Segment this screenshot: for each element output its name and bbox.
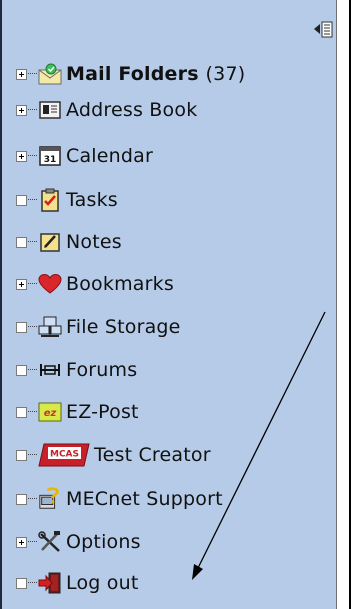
nav-item-label: MECnet Support xyxy=(66,488,223,510)
nav-item-label: Bookmarks xyxy=(66,273,174,295)
nav-item-label: Forums xyxy=(66,359,138,381)
nav-item-label: Notes xyxy=(66,231,122,253)
nav-item-label: Mail Folders (37) xyxy=(66,63,246,85)
nav-item-file-storage[interactable]: File Storage xyxy=(16,313,181,341)
empty-toggle xyxy=(16,406,27,418)
nav-item-mail-folders[interactable]: Mail Folders (37) xyxy=(16,60,245,88)
address-book-icon xyxy=(38,98,62,122)
nav-item-address-book[interactable]: Address Book xyxy=(16,96,197,124)
mcas-icon-text: MCAS xyxy=(50,450,79,460)
nav-item-calendar[interactable]: 31 Calendar xyxy=(16,142,153,170)
empty-toggle xyxy=(16,577,27,589)
notes-icon xyxy=(38,230,62,254)
log-out-icon xyxy=(38,571,62,595)
ez-post-icon-text: ez xyxy=(44,408,57,419)
unread-count: (37) xyxy=(205,63,246,85)
nav-item-label: Log out xyxy=(66,572,139,594)
nav-item-label: File Storage xyxy=(66,316,181,338)
empty-toggle xyxy=(16,321,27,333)
empty-toggle xyxy=(16,194,27,206)
empty-toggle xyxy=(16,493,27,505)
collapse-panel-button[interactable] xyxy=(313,20,335,40)
empty-toggle xyxy=(16,364,27,376)
nav-item-label: Test Creator xyxy=(94,444,211,466)
tools-icon xyxy=(38,530,62,554)
nav-item-forums[interactable]: Forums xyxy=(16,356,137,384)
nav-item-label: Tasks xyxy=(66,189,118,211)
empty-toggle xyxy=(16,449,27,461)
expand-toggle[interactable] xyxy=(16,104,27,116)
nav-item-ez-post[interactable]: ez EZ-Post xyxy=(16,398,139,426)
sidebar-frame: Mail Folders (37) Address Book 31 Calend… xyxy=(0,0,351,609)
calendar-icon-text: 31 xyxy=(44,155,57,165)
expand-toggle[interactable] xyxy=(16,150,27,162)
support-icon xyxy=(38,487,62,511)
file-storage-icon xyxy=(38,315,62,339)
navigation-panel: Mail Folders (37) Address Book 31 Calend… xyxy=(0,0,336,609)
tasks-icon xyxy=(38,188,62,212)
expand-toggle[interactable] xyxy=(16,536,27,548)
nav-item-label: EZ-Post xyxy=(66,401,139,423)
nav-item-label: Address Book xyxy=(66,99,198,121)
vertical-scrollbar[interactable] xyxy=(336,0,351,609)
heart-icon xyxy=(38,272,62,296)
nav-item-log-out[interactable]: Log out xyxy=(16,569,139,597)
calendar-icon: 31 xyxy=(38,144,62,168)
mail-folders-icon xyxy=(38,62,62,86)
nav-item-options[interactable]: Options xyxy=(16,528,141,556)
nav-item-tasks[interactable]: Tasks xyxy=(16,186,118,214)
expand-toggle[interactable] xyxy=(16,278,27,290)
nav-item-test-creator[interactable]: MCAS Test Creator xyxy=(16,441,211,469)
forums-icon xyxy=(38,358,62,382)
nav-item-notes[interactable]: Notes xyxy=(16,228,122,256)
nav-item-bookmarks[interactable]: Bookmarks xyxy=(16,270,174,298)
nav-item-label: Options xyxy=(66,531,141,553)
nav-item-label: Calendar xyxy=(66,145,154,167)
expand-toggle[interactable] xyxy=(16,68,27,80)
empty-toggle xyxy=(16,236,27,248)
nav-item-mecnet-support[interactable]: MECnet Support xyxy=(16,485,223,513)
mcas-icon: MCAS xyxy=(38,443,90,467)
ez-post-icon: ez xyxy=(38,400,62,424)
